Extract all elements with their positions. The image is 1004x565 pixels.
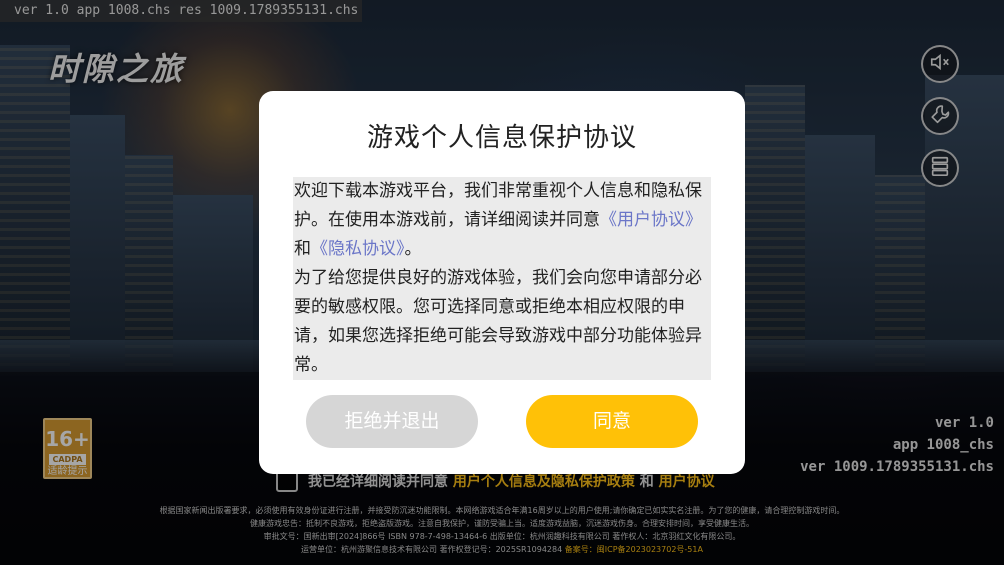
dialog-period: 。 [404, 239, 422, 259]
user-agreement-dialog-link[interactable]: 《用户协议》 [600, 210, 702, 230]
agree-button[interactable]: 同意 [526, 395, 698, 448]
privacy-agreement-dialog-link[interactable]: 《隐私协议》 [311, 239, 405, 259]
privacy-agreement-dialog: 游戏个人信息保护协议 欢迎下载本游戏平台，我们非常重视个人信息和隐私保护。在使用… [259, 91, 745, 474]
dialog-and-text: 和 [294, 239, 311, 259]
dialog-body: 欢迎下载本游戏平台，我们非常重视个人信息和隐私保护。在使用本游戏前，请详细阅读并… [293, 177, 711, 380]
dialog-permission-text: 为了给您提供良好的游戏体验，我们会向您申请部分必要的敏感权限。您可选择同意或拒绝… [294, 268, 702, 375]
dialog-title: 游戏个人信息保护协议 [366, 123, 637, 153]
reject-and-exit-button[interactable]: 拒绝并退出 [306, 395, 478, 448]
